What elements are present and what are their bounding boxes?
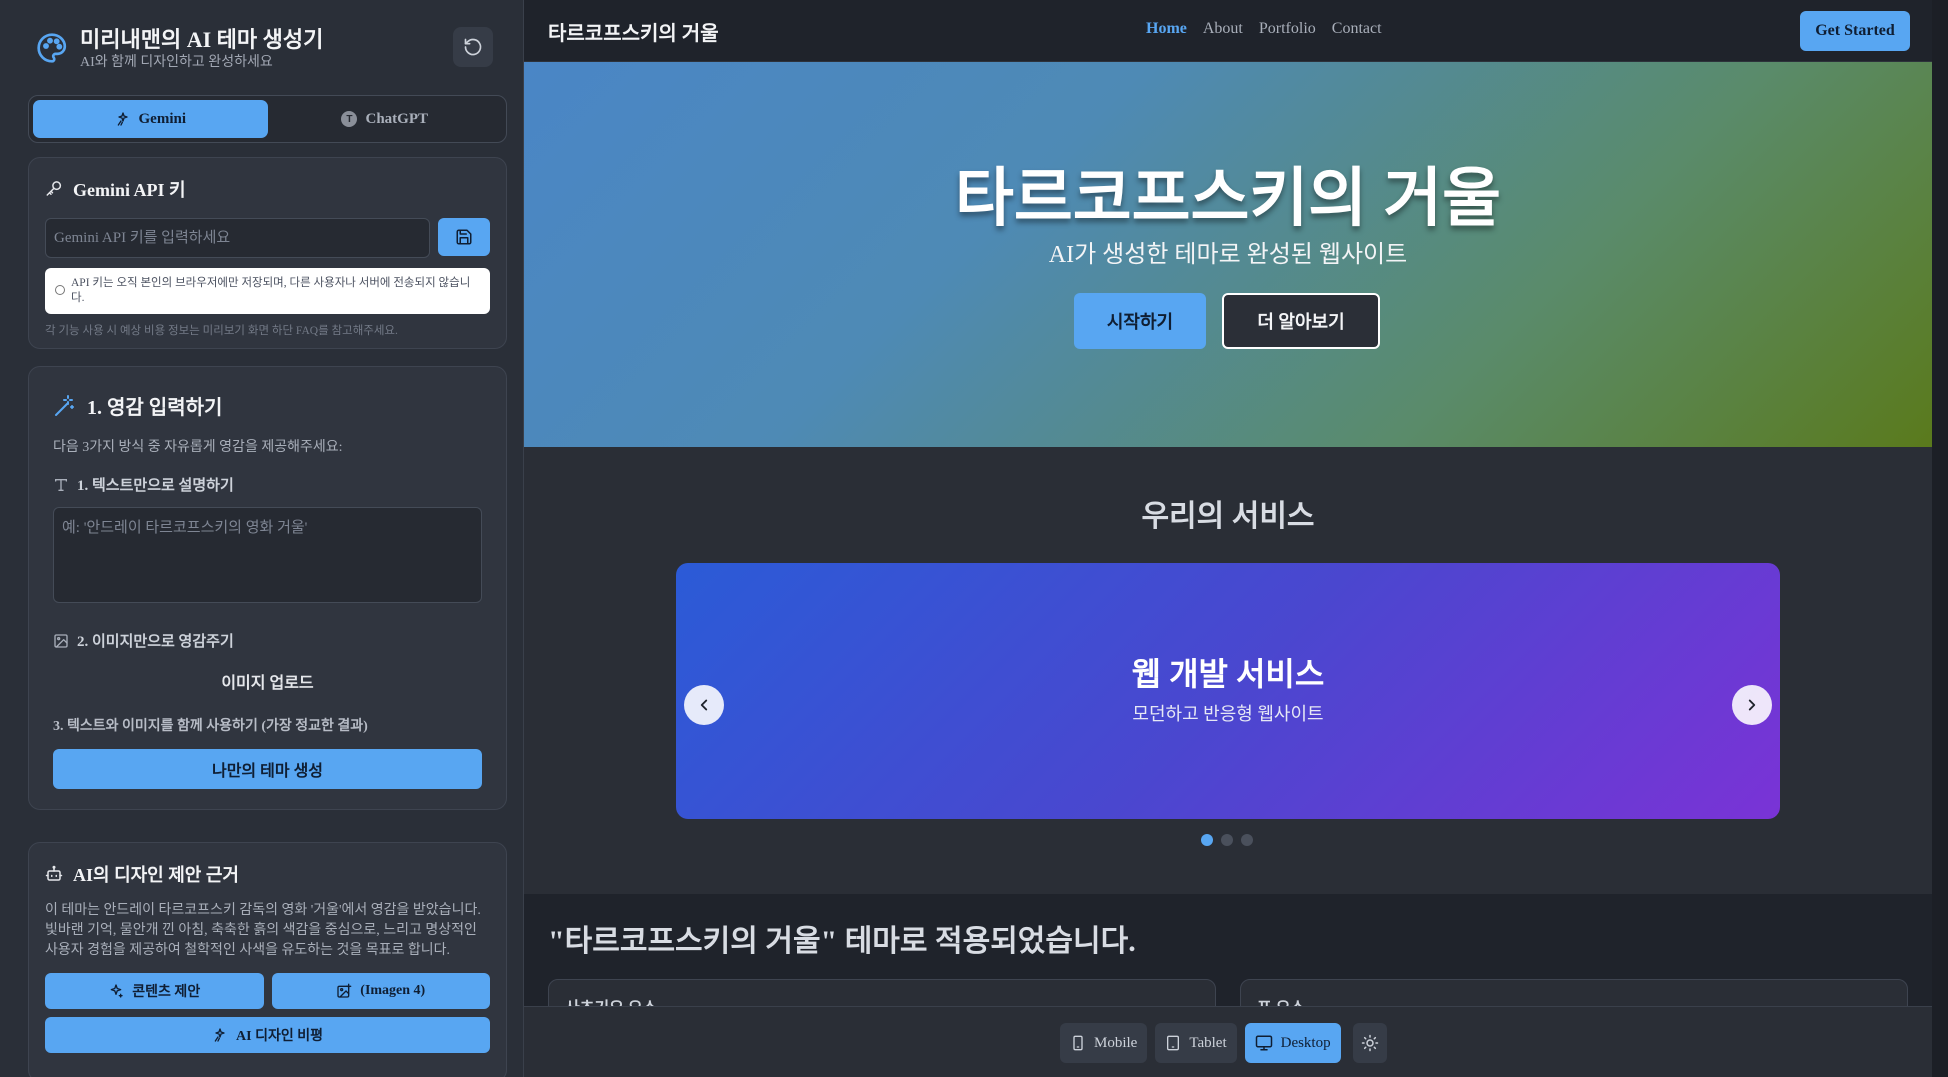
sparkle-hand-icon [212,1027,228,1043]
ai-critique-label: AI 디자인 비평 [236,1029,323,1044]
reasoning-text: 이 테마는 안드레이 타르코프스키 감독의 영화 '거울'에서 영감을 받았습니… [45,903,481,958]
device-desktop-button[interactable]: Desktop [1244,1023,1341,1063]
theme-toggle-button[interactable] [1352,1023,1387,1063]
inspiration-heading: 1. 영감 입력하기 [53,391,482,420]
key-icon [45,180,63,198]
image-plus-icon [336,983,352,999]
api-key-title: Gemini API 키 [73,180,186,200]
nav-link-portfolio[interactable]: Portfolio [1259,20,1316,38]
carousel-prev-button[interactable] [684,685,724,725]
services-title: 우리의 서비스 [1141,500,1315,533]
inspiration-textarea[interactable] [53,507,482,603]
shield-icon [55,285,65,295]
nav-link-home[interactable]: Home [1146,20,1187,38]
preview-nav-links: Home About Portfolio Contact [1146,20,1382,38]
image-icon [53,633,69,649]
slide-description: 모던하고 반응형 웹사이트 [1132,704,1324,724]
tab-chatgpt[interactable]: T ChatGPT [268,100,503,138]
text-input-label: 1. 텍스트만으로 설명하기 [53,474,482,495]
device-tablet-button[interactable]: Tablet [1155,1023,1237,1063]
ai-provider-switch: Gemini T ChatGPT [28,95,507,143]
image-upload-button[interactable]: 이미지 업로드 [53,669,482,693]
hero-section: 타르코프스키의 거울 AI가 생성한 테마로 완성된 웹사이트 시작하기 더 알… [524,62,1932,447]
inspiration-card: 1. 영감 입력하기 다음 3가지 방식 중 자유롭게 영감을 제공해주세요: … [28,366,507,810]
device-tablet-label: Tablet [1189,1034,1227,1051]
palette-icon [36,32,68,64]
imagen-label: (Imagen 4) [360,983,426,998]
reset-icon [463,37,483,57]
app-subtitle: AI와 함께 디자인하고 완성하세요 [80,55,273,70]
api-privacy-note: API 키는 오직 본인의 브라우저에만 저장되며, 다른 사용자나 서버에 전… [45,268,490,314]
tab-chatgpt-label: ChatGPT [365,110,428,127]
reasoning-title: AI의 디자인 제안 근거 [73,865,239,885]
carousel-dot[interactable] [1221,834,1233,846]
text-type-icon [53,477,69,493]
save-api-key-button[interactable] [438,218,490,256]
services-carousel: 웹 개발 서비스 모던하고 반응형 웹사이트 [676,563,1780,819]
design-reasoning-card: AI의 디자인 제안 근거 이 테마는 안드레이 타르코프스키 감독의 영화 '… [28,842,507,1077]
chatgpt-icon: T [341,111,358,127]
inspiration-description: 다음 3가지 방식 중 자유롭게 영감을 제공해주세요: [53,440,343,455]
image-input-label: 2. 이미지만으로 영감주기 [53,630,482,651]
nav-link-about[interactable]: About [1203,20,1243,38]
hero-title: 타르코프스키의 거울 [955,163,1501,234]
carousel-dots [1201,834,1253,846]
chevron-left-icon [695,696,713,714]
scrollbar-gutter [1932,0,1948,1077]
api-key-card: Gemini API 키 API 키는 오직 본인의 브라우저에만 저장되며, … [28,157,507,349]
preview-brand[interactable]: 타르코프스키의 거울 [548,17,719,46]
tab-gemini[interactable]: Gemini [33,100,268,138]
device-mobile-button[interactable]: Mobile [1060,1023,1148,1063]
save-icon [455,228,473,246]
text-input-label-text: 1. 텍스트만으로 설명하기 [77,478,234,494]
combo-input-label: 3. 텍스트와 이미지를 함께 사용하기 (가장 정교한 결과) [53,719,368,734]
hero-start-button[interactable]: 시작하기 [1074,293,1206,349]
sparkles-icon [108,983,124,999]
inspiration-title: 1. 영감 입력하기 [87,397,223,419]
monitor-icon [1255,1034,1273,1052]
chevron-right-icon [1743,696,1761,714]
api-note-text: API 키는 오직 본인의 브라우저에만 저장되며, 다른 사용자나 서버에 전… [71,277,471,304]
device-desktop-label: Desktop [1280,1034,1331,1051]
ai-critique-button[interactable]: AI 디자인 비평 [45,1017,490,1053]
carousel-dot[interactable] [1201,834,1213,846]
sidebar-header: 미리내맨의 AI 테마 생성기 AI와 함께 디자인하고 완성하세요 [28,18,501,78]
hero-learn-more-button[interactable]: 더 알아보기 [1222,293,1380,349]
reset-button[interactable] [453,27,493,67]
nav-link-contact[interactable]: Contact [1332,20,1382,38]
applied-title: "타르코프스키의 거울" 테마로 적용되었습니다. [548,925,1136,958]
preview-navbar: 타르코프스키의 거울 Home About Portfolio Contact … [524,0,1932,62]
device-mobile-label: Mobile [1094,1034,1138,1051]
robot-icon [45,865,63,883]
smartphone-icon [1070,1035,1086,1051]
image-input-label-text: 2. 이미지만으로 영감주기 [77,634,234,650]
content-suggest-button[interactable]: 콘텐츠 제안 [45,973,264,1009]
slide-title: 웹 개발 서비스 [1131,656,1325,692]
sparkle-hand-icon [115,111,131,127]
imagen-button[interactable]: (Imagen 4) [271,973,490,1009]
content-suggest-label: 콘텐츠 제안 [132,985,201,1000]
sidebar: 미리내맨의 AI 테마 생성기 AI와 함께 디자인하고 완성하세요 Gemin… [0,0,524,1077]
reasoning-heading: AI의 디자인 제안 근거 [45,861,490,887]
carousel-next-button[interactable] [1732,685,1772,725]
api-key-heading: Gemini API 키 [45,176,490,202]
generate-theme-button[interactable]: 나만의 테마 생성 [53,749,482,789]
theme-preview: 타르코프스키의 거울 Home About Portfolio Contact … [524,0,1932,1077]
sun-icon [1361,1034,1379,1052]
tab-gemini-label: Gemini [138,110,187,127]
tablet-icon [1165,1035,1181,1051]
magic-wand-icon [53,394,77,418]
cost-hint: 각 기능 사용 시 예상 비용 정보는 미리보기 화면 하단 FAQ를 참고해주… [45,325,398,337]
get-started-button[interactable]: Get Started [1800,11,1910,51]
carousel-dot[interactable] [1241,834,1253,846]
device-toolbar: Mobile Tablet Desktop [524,1006,1932,1077]
app-title: 미리내맨의 AI 테마 생성기 [80,27,324,52]
api-key-input[interactable] [45,218,430,258]
hero-subtitle: AI가 생성한 테마로 완성된 웹사이트 [1048,242,1408,268]
